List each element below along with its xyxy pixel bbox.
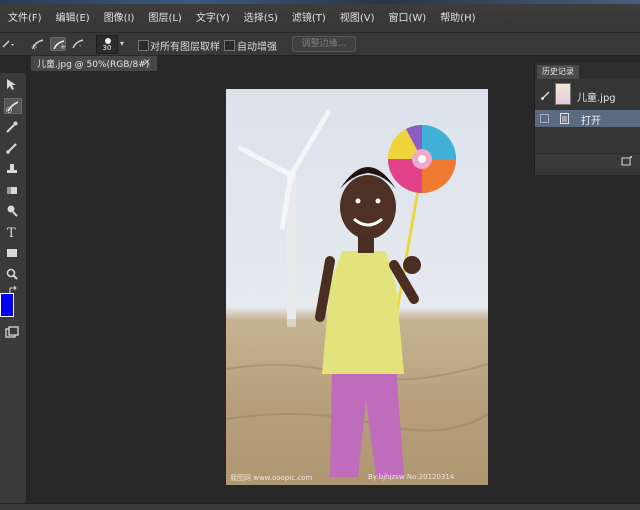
menu-edit[interactable]: 编辑(E)	[56, 9, 90, 24]
snapshot-name: 儿童.jpg	[577, 93, 616, 104]
options-bar: + - 30 ▾ 对所有图层取样 自动增强 调整边缘...	[0, 32, 640, 56]
add-to-selection-brush-button[interactable]: +	[50, 37, 66, 51]
svg-text:-: -	[79, 42, 82, 50]
history-brush-source-icon[interactable]	[540, 89, 552, 101]
clone-stamp-tool[interactable]	[4, 161, 22, 177]
brush-picker[interactable]: 30	[96, 35, 118, 54]
history-state-checkbox[interactable]	[540, 114, 549, 123]
dodge-icon	[7, 205, 18, 217]
quick-selection-icon	[31, 39, 44, 50]
dodge-tool[interactable]	[4, 203, 22, 219]
refine-edge-button[interactable]: 调整边缘...	[292, 36, 356, 52]
history-footer	[535, 153, 640, 168]
history-tab-bar: 历史记录	[535, 63, 640, 79]
menu-window[interactable]: 窗口(W)	[388, 9, 426, 24]
eyedropper-tool[interactable]	[4, 119, 22, 135]
subtract-selection-icon: -	[72, 39, 84, 50]
menu-view[interactable]: 视图(V)	[340, 9, 375, 24]
menu-type[interactable]: 文字(Y)	[196, 9, 230, 24]
history-snapshot[interactable]: 儿童.jpg	[535, 81, 640, 109]
eraser-tool[interactable]	[4, 182, 22, 198]
foreground-color-swatch[interactable]	[0, 293, 14, 317]
tools-panel: T	[0, 73, 27, 509]
move-tool[interactable]	[4, 77, 22, 93]
screen-mode-icon	[5, 326, 19, 338]
type-icon: T	[7, 226, 16, 241]
quick-selection-icon	[6, 101, 19, 113]
brush-dropdown-arrow-icon[interactable]: ▾	[120, 39, 124, 48]
menu-select[interactable]: 选择(S)	[244, 9, 278, 24]
menu-image[interactable]: 图像(I)	[104, 9, 135, 24]
brush-size-value: 30	[102, 44, 112, 52]
rectangle-tool[interactable]	[4, 245, 22, 261]
eraser-icon	[7, 187, 17, 194]
close-tab-icon[interactable]: ×	[143, 57, 151, 68]
menu-help[interactable]: 帮助(H)	[440, 9, 475, 24]
history-state-open[interactable]: 打开	[535, 110, 640, 127]
svg-text:+: +	[60, 43, 66, 51]
eyedropper-icon	[6, 121, 18, 133]
history-state-label: 打开	[581, 116, 601, 127]
photo-watermark-left: 我图网 www.ooopic.com	[230, 474, 313, 482]
brush-tool[interactable]	[4, 140, 22, 156]
add-selection-icon: +	[53, 40, 66, 51]
rectangle-icon	[7, 249, 17, 257]
history-tab[interactable]: 历史记录	[537, 65, 579, 79]
svg-text:T: T	[7, 226, 16, 240]
menu-file[interactable]: 文件(F)	[8, 9, 42, 24]
snapshot-thumbnail	[555, 83, 571, 105]
menu-layer[interactable]: 图层(L)	[148, 9, 181, 24]
move-icon	[7, 79, 16, 90]
brush-icon	[6, 143, 17, 154]
tool-preset-icon[interactable]	[2, 38, 16, 50]
menu-bar: 文件(F) 编辑(E) 图像(I) 图层(L) 文字(Y) 选择(S) 滤镜(T…	[0, 0, 640, 32]
document-tab-title: 儿童.jpg @ 50%(RGB/8#)	[37, 60, 150, 70]
screen-mode-tool[interactable]	[4, 325, 22, 341]
type-tool[interactable]: T	[4, 224, 22, 241]
quick-selection-tool[interactable]	[4, 98, 22, 114]
child-with-pinwheel-photo	[226, 109, 488, 485]
subtract-selection-brush-button[interactable]: -	[70, 37, 86, 51]
zoom-icon	[6, 268, 18, 280]
auto-enhance-label: 自动增强	[237, 42, 277, 53]
menu-filter[interactable]: 滤镜(T)	[292, 9, 326, 24]
stamp-icon	[7, 164, 17, 173]
history-panel: 历史记录 儿童.jpg 打开	[534, 63, 640, 175]
document-icon	[560, 113, 569, 124]
document-image: 我图网 www.ooopic.com By:bjhjzsw No:2012031…	[226, 89, 488, 485]
document-tab[interactable]: 儿童.jpg @ 50%(RGB/8#) ×	[30, 55, 158, 71]
zoom-tool[interactable]	[4, 266, 22, 282]
new-snapshot-icon[interactable]	[621, 156, 633, 166]
auto-enhance-checkbox[interactable]	[224, 40, 235, 51]
photo-watermark-right: By:bjhjzsw No:20120314	[368, 473, 455, 481]
sample-all-layers-checkbox[interactable]	[138, 40, 149, 51]
sample-all-layers-label: 对所有图层取样	[150, 42, 220, 53]
new-selection-brush-button[interactable]	[30, 37, 46, 51]
